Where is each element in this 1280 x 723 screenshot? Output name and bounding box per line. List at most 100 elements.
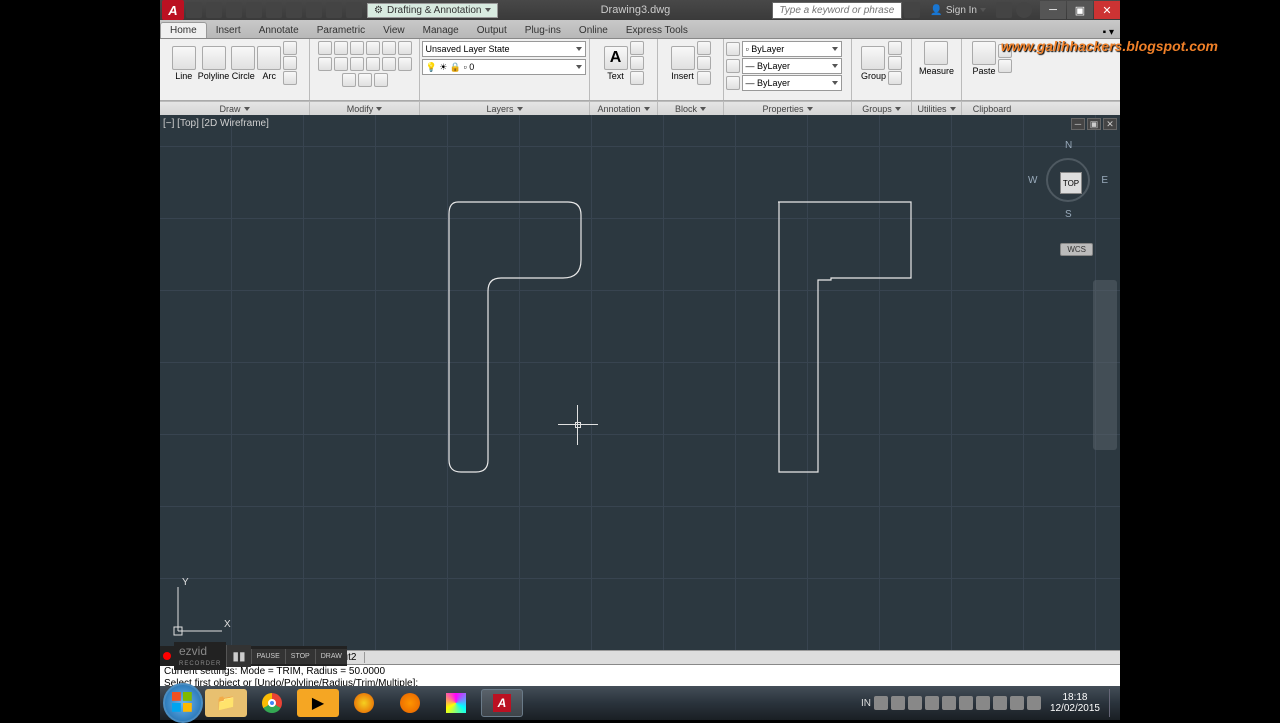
table-icon[interactable] [630,71,644,85]
leader-icon[interactable] [630,56,644,70]
move-icon[interactable] [318,41,332,55]
edit-icon[interactable] [697,56,711,70]
start-button[interactable] [163,683,203,723]
qat-redo-icon[interactable] [306,2,322,18]
draw-opt3-icon[interactable] [283,71,297,85]
tray-4-icon[interactable] [925,696,939,710]
help-icon[interactable] [1016,2,1032,18]
ptitle-layers[interactable]: Layers [420,102,590,115]
layer-select[interactable]: 💡 ☀ 🔒 ▫ 0 [422,59,586,75]
tb-autocad-icon[interactable]: A [481,689,523,717]
layerstate-select[interactable]: Unsaved Layer State [422,41,586,57]
viewport-label[interactable]: [−] [Top] [2D Wireframe] [163,118,269,129]
tray-6-icon[interactable] [959,696,973,710]
mirror-icon[interactable] [318,57,332,71]
dim-icon[interactable] [630,41,644,55]
tray-10-icon[interactable] [1027,696,1041,710]
mod4-icon[interactable] [366,41,380,55]
tray-2-icon[interactable] [891,696,905,710]
draw-opt1-icon[interactable] [283,41,297,55]
array-icon[interactable] [342,73,356,87]
tb-app1-icon[interactable] [343,689,385,717]
ezvid-pause-button[interactable]: PAUSE [251,649,285,664]
lt-icon[interactable] [726,76,740,90]
qat-undo-icon[interactable] [286,2,302,18]
viewcube[interactable]: TOP N S E W [1028,140,1108,220]
mod5-icon[interactable] [382,41,396,55]
color-select[interactable]: ▫ ByLayer [742,41,842,57]
tray-8-icon[interactable] [993,696,1007,710]
tab-manage[interactable]: Manage [414,23,468,38]
lw-icon[interactable] [726,59,740,73]
ptitle-block[interactable]: Block [658,102,724,115]
app-logo-icon[interactable]: A [162,0,184,20]
tab-plugins[interactable]: Plug-ins [516,23,570,38]
mod9-icon[interactable] [366,57,380,71]
vp-min-button[interactable]: ─ [1071,118,1085,130]
polyline-button[interactable]: Polyline [198,46,230,81]
ezvid-stop-button[interactable]: STOP [285,649,315,664]
canvas[interactable]: [−] [Top] [2D Wireframe] ─ ▣ ✕ Y X TOP N… [160,115,1120,650]
line-button[interactable]: Line [172,46,196,81]
tb-app2-icon[interactable] [435,689,477,717]
tray-3-icon[interactable] [908,696,922,710]
lw-select[interactable]: — ByLayer [742,58,842,74]
scale-icon[interactable] [398,57,412,71]
tray-lang[interactable]: IN [861,698,871,709]
ptitle-modify[interactable]: Modify [310,102,420,115]
wcs-label[interactable]: WCS [1060,243,1093,256]
exchange-icon[interactable] [996,2,1012,18]
ptitle-props[interactable]: Properties [724,102,852,115]
qat-new-icon[interactable] [186,2,202,18]
paste-button[interactable]: Paste [972,41,996,76]
tb-vlc-icon[interactable]: ▶ [297,689,339,717]
fillet-icon[interactable] [334,57,348,71]
qat-save-icon[interactable] [226,2,242,18]
taskbar-clock[interactable]: 18:1812/02/2015 [1044,692,1106,714]
tab-focus-icon[interactable]: ▪ ▾ [1097,27,1120,38]
arc-button[interactable]: Arc [257,46,281,81]
qat-saveas-icon[interactable] [246,2,262,18]
tab-output[interactable]: Output [468,23,516,38]
show-desktop-button[interactable] [1109,689,1117,717]
vp-close-button[interactable]: ✕ [1103,118,1117,130]
mod8-icon[interactable] [350,57,364,71]
close-button[interactable]: ✕ [1094,1,1120,19]
tb-explorer-icon[interactable]: 📁 [205,689,247,717]
tab-express[interactable]: Express Tools [617,23,697,38]
tb-chrome-icon[interactable] [251,689,293,717]
circle-button[interactable]: Circle [231,46,255,81]
draw-opt2-icon[interactable] [283,56,297,70]
minimize-button[interactable]: ─ [1040,1,1066,19]
mod13-icon[interactable] [374,73,388,87]
tab-parametric[interactable]: Parametric [308,23,374,38]
qat-more2-icon[interactable] [346,2,362,18]
tray-7-icon[interactable] [976,696,990,710]
tray-9-icon[interactable] [1010,696,1024,710]
copycb-icon[interactable] [998,59,1012,73]
tab-view[interactable]: View [374,23,414,38]
create-icon[interactable] [697,41,711,55]
search-input[interactable] [772,2,902,19]
ptitle-anno[interactable]: Annotation [590,102,658,115]
rotate-icon[interactable] [334,41,348,55]
tab-annotate[interactable]: Annotate [250,23,308,38]
trim-icon[interactable] [350,41,364,55]
ptitle-clip[interactable]: Clipboard [962,102,1022,115]
workspace-selector[interactable]: ⚙Drafting & Annotation [367,3,498,18]
group-button[interactable]: Group [861,46,886,81]
tray-1-icon[interactable] [874,696,888,710]
ptitle-util[interactable]: Utilities [912,102,962,115]
vp-max-button[interactable]: ▣ [1087,118,1101,130]
ungroup-icon[interactable] [888,41,902,55]
signin-button[interactable]: 👤 Sign In [930,5,986,16]
copy-icon[interactable] [398,41,412,55]
ptitle-groups[interactable]: Groups [852,102,912,115]
stretch-icon[interactable] [382,57,396,71]
text-button[interactable]: AText [604,46,628,81]
insert-button[interactable]: Insert [671,46,695,81]
mod12-icon[interactable] [358,73,372,87]
groupedit-icon[interactable] [888,56,902,70]
ptitle-draw[interactable]: Draw [160,102,310,115]
groupsel-icon[interactable] [888,71,902,85]
